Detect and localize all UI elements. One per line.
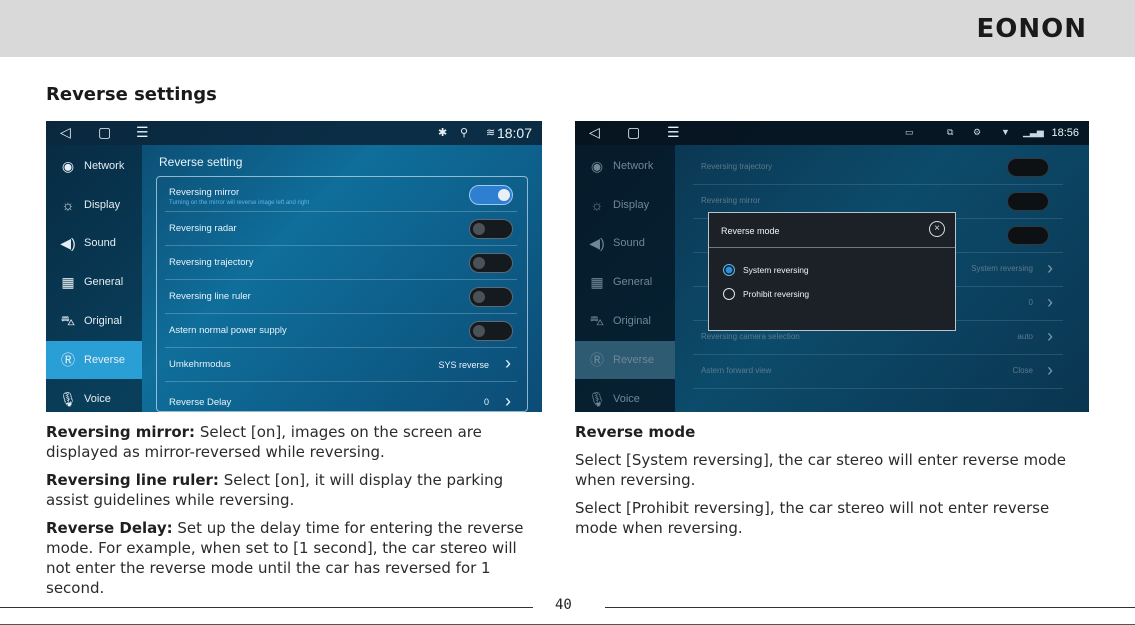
settings-sidebar: ◉ Network ☼ Display ◀) Sound ▦ General ⛍ Orig… — [575, 145, 675, 412]
status-time: 18:07 — [496, 125, 532, 141]
chevron-right-icon: › — [1047, 258, 1053, 278]
back-icon[interactable]: ◁ — [589, 124, 600, 141]
radio-icon[interactable] — [723, 288, 735, 300]
panel-title: Reverse setting — [159, 155, 243, 169]
sidebar-item-general[interactable]: ▦ General — [46, 263, 142, 301]
footer-rule-right — [605, 607, 1135, 608]
setting-toggle[interactable] — [1007, 192, 1049, 211]
sound-icon: ◀) — [589, 234, 605, 251]
settings-list: Reversing mirror Turning on the mirror w… — [156, 176, 528, 412]
radio-selected-icon[interactable] — [723, 264, 735, 276]
setting-row[interactable]: Astern forward view Close › — [693, 355, 1063, 389]
brand-logo-text: EONON — [976, 14, 1087, 44]
network-icon: ◉ — [61, 157, 75, 174]
desc-prohibit-reversing: Select [Prohibit reversing], the car ste… — [575, 499, 1050, 537]
close-icon[interactable]: × — [929, 221, 945, 237]
settings-sidebar: ◉ Network ☼ Display ◀) Sound ▦ General ⛍ Orig… — [46, 145, 142, 412]
left-description: Reversing mirror: Select [on], images on… — [46, 422, 542, 606]
signal-icon: ▁▃▅ — [1023, 127, 1044, 137]
sidebar-item-original[interactable]: ⛍ Original — [46, 302, 142, 340]
home-icon[interactable]: ▢ — [98, 124, 111, 141]
sidebar-item-display[interactable]: ☼ Display — [575, 186, 675, 224]
setting-row-reversing-radar[interactable]: Reversing radar — [165, 213, 517, 246]
chevron-right-icon: › — [1047, 360, 1053, 380]
desc-system-reversing: Select [System reversing], the car stere… — [575, 451, 1067, 489]
sidebar-item-voice[interactable]: 🎙 Voice — [46, 380, 142, 412]
sidebar-item-reverse[interactable]: Ⓡ Reverse — [575, 341, 675, 379]
microphone-icon: 🎙 — [59, 390, 77, 407]
cast-icon: ⧉ — [947, 127, 954, 137]
reversing-mirror-toggle[interactable] — [469, 185, 513, 205]
reverse-icon: Ⓡ — [61, 352, 75, 368]
desc-reverse-delay: Reverse Delay: Set up the delay time for… — [46, 519, 524, 597]
setting-toggle[interactable] — [1007, 226, 1049, 245]
reverse-mode-dialog: Reverse mode × System reversing Prohibit… — [708, 212, 956, 331]
back-icon[interactable]: ◁ — [60, 124, 71, 141]
setting-row-astern-power[interactable]: Astern normal power supply — [165, 315, 517, 348]
setting-row-umkehrmodus[interactable]: Umkehrmodus SYS reverse › — [165, 349, 517, 382]
status-time: 18:56 — [1051, 127, 1079, 139]
menu-icon[interactable]: ☰ — [667, 124, 680, 141]
astern-power-toggle[interactable] — [469, 321, 513, 341]
header-band: EONON — [0, 0, 1135, 57]
reversing-line-ruler-toggle[interactable] — [469, 287, 513, 307]
car-icon: ⛍ — [60, 311, 76, 328]
display-icon: ☼ — [61, 197, 75, 213]
setting-row-reversing-mirror[interactable]: Reversing mirror Turning on the mirror w… — [165, 179, 517, 212]
setting-toggle[interactable] — [1007, 158, 1049, 177]
home-icon[interactable]: ▢ — [627, 124, 640, 141]
option-system-reversing[interactable]: System reversing — [723, 264, 809, 276]
section-title: Reverse settings — [46, 84, 217, 105]
chevron-right-icon: › — [1047, 292, 1053, 312]
status-bar: ◁ ▢ ☰ ▭ ⧉ ⚙ ▼ ▁▃▅ 18:56 — [575, 121, 1089, 145]
desc-reversing-line-ruler: Reversing line ruler: Select [on], it wi… — [46, 471, 504, 509]
menu-icon[interactable]: ☰ — [136, 124, 149, 141]
footer-rule-left — [0, 607, 533, 608]
left-screenshot: ◁ ▢ ☰ ✱ ⚲ ≋ 18:07 ◉ Network ☼ Display ◀) So… — [46, 121, 542, 412]
sidebar-item-network[interactable]: ◉ Network — [575, 147, 675, 185]
brand-logo: EONON — [976, 14, 1088, 44]
wifi-icon: ▼ — [1001, 127, 1010, 137]
sidebar-item-display[interactable]: ☼ Display — [46, 186, 142, 224]
setting-row[interactable]: Reversing trajectory — [693, 151, 1063, 185]
sidebar-item-sound[interactable]: ◀) Sound — [46, 224, 142, 262]
display-icon: ☼ — [590, 197, 604, 213]
chevron-right-icon: › — [1047, 326, 1053, 346]
setting-row-reversing-line-ruler[interactable]: Reversing line ruler — [165, 281, 517, 314]
chevron-right-icon: › — [505, 391, 511, 411]
reversing-radar-toggle[interactable] — [469, 219, 513, 239]
chevron-right-icon: › — [505, 353, 511, 373]
sidebar-item-network[interactable]: ◉ Network — [46, 147, 142, 185]
sidebar-item-general[interactable]: ▦ General — [575, 263, 675, 301]
network-icon: ◉ — [590, 157, 604, 174]
sidebar-item-original[interactable]: ⛍ Original — [575, 302, 675, 340]
wifi-icon: ≋ — [486, 127, 496, 139]
option-prohibit-reversing[interactable]: Prohibit reversing — [723, 288, 809, 300]
sidebar-item-reverse[interactable]: Ⓡ Reverse — [46, 341, 142, 379]
microphone-icon: 🎙 — [588, 390, 606, 407]
sidebar-item-voice[interactable]: 🎙 Voice — [575, 380, 675, 412]
setting-row-reverse-delay[interactable]: Reverse Delay 0 › — [165, 383, 517, 412]
reversing-trajectory-toggle[interactable] — [469, 253, 513, 273]
divider — [709, 247, 955, 248]
desc-heading-reverse-mode: Reverse mode — [575, 423, 696, 441]
reverse-icon: Ⓡ — [590, 352, 604, 368]
general-icon: ▦ — [61, 273, 75, 290]
location-icon: ⚲ — [460, 127, 469, 139]
usb-icon: ▭ — [905, 127, 914, 137]
settings-status-icon: ⚙ — [973, 127, 982, 137]
dialog-title: Reverse mode — [721, 226, 780, 236]
sound-icon: ◀) — [60, 234, 76, 251]
status-bar: ◁ ▢ ☰ ✱ ⚲ ≋ 18:07 — [46, 121, 542, 145]
setting-row-reversing-trajectory[interactable]: Reversing trajectory — [165, 247, 517, 280]
right-screenshot: ◁ ▢ ☰ ▭ ⧉ ⚙ ▼ ▁▃▅ 18:56 ◉ Network ☼ Displa… — [575, 121, 1089, 412]
car-icon: ⛍ — [589, 311, 605, 328]
sidebar-item-sound[interactable]: ◀) Sound — [575, 224, 675, 262]
right-description: Reverse mode Select [System reversing], … — [575, 422, 1089, 546]
general-icon: ▦ — [590, 273, 604, 290]
page-number: 40 — [555, 597, 572, 613]
desc-reversing-mirror: Reversing mirror: Select [on], images on… — [46, 423, 482, 461]
bluetooth-icon: ✱ — [438, 127, 448, 139]
